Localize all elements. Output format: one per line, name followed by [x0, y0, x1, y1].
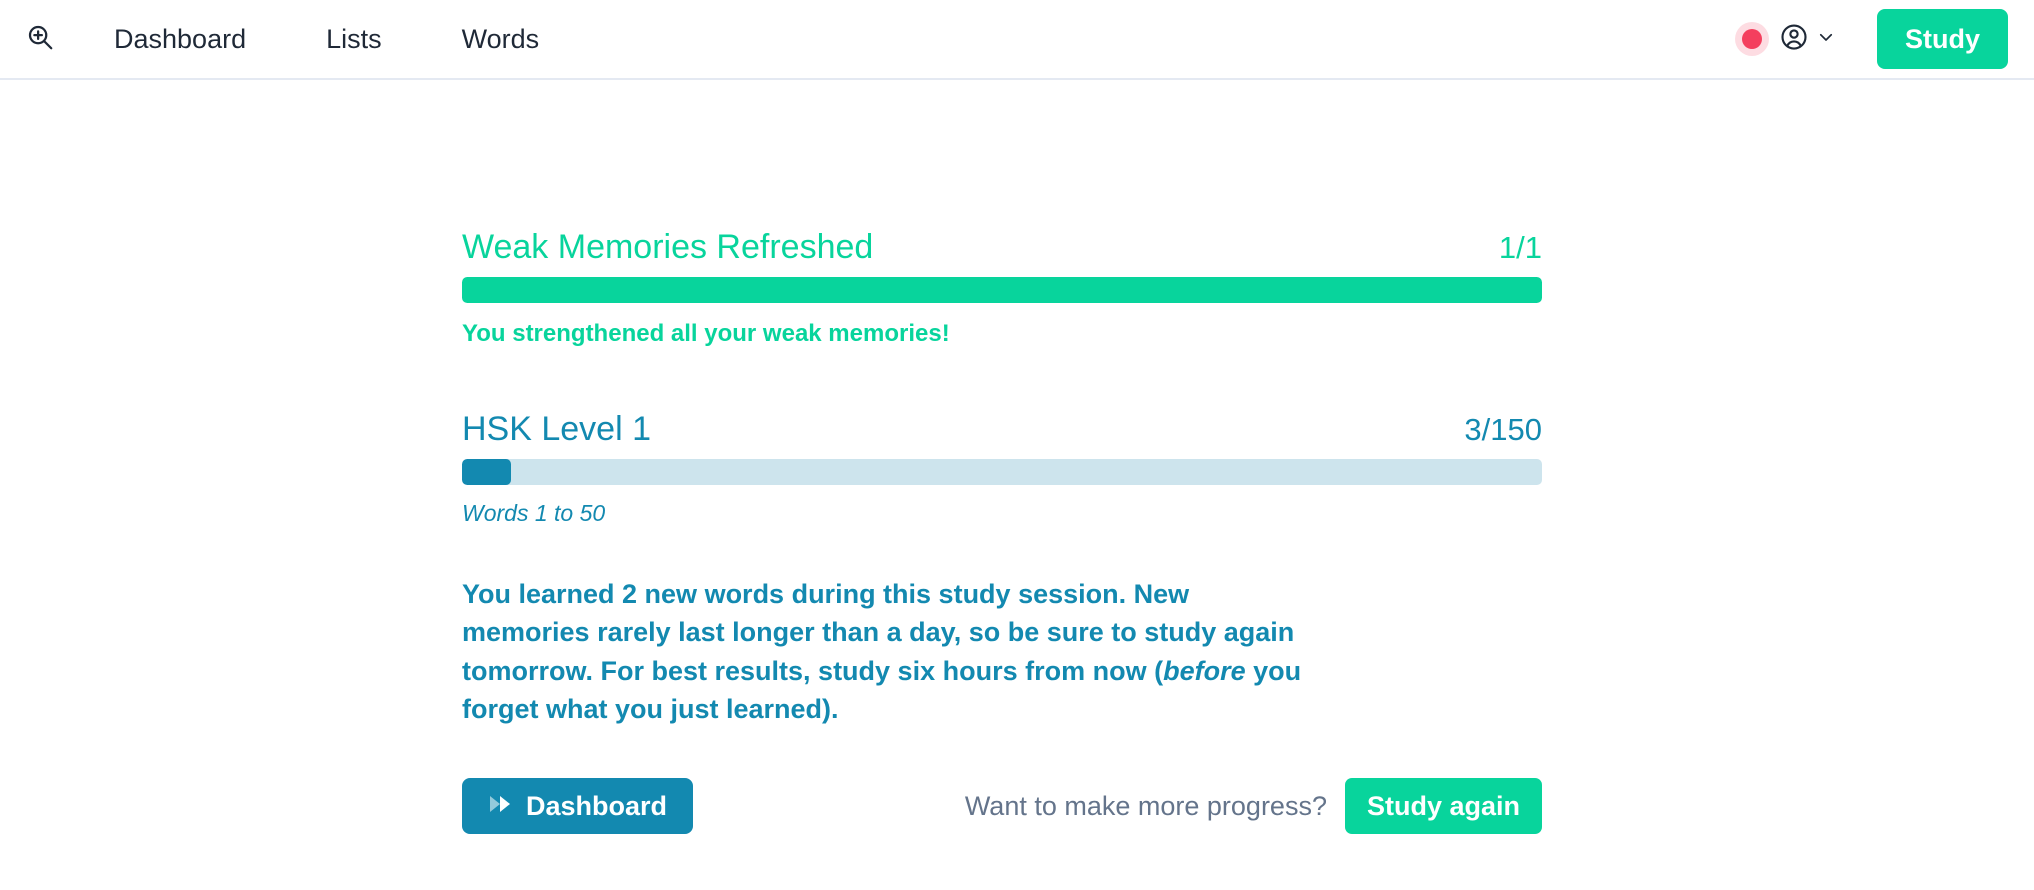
status-indicator: [1734, 22, 1769, 56]
weak-memories-header: Weak Memories Refreshed 1/1: [462, 228, 1542, 267]
status-dot-icon: [1741, 29, 1762, 49]
dashboard-button[interactable]: Dashboard: [462, 778, 694, 835]
session-summary-text: You learned 2 new words during this stud…: [462, 575, 1302, 728]
hsk-level-header: HSK Level 1 3/150: [462, 410, 1542, 449]
summary-emphasis: before: [1163, 655, 1246, 686]
app-header: Dashboard Lists Words Study: [0, 0, 2034, 80]
study-button[interactable]: Study: [1876, 9, 2008, 69]
hsk-level-caption: Words 1 to 50: [462, 500, 606, 526]
hsk-level-section: HSK Level 1 3/150 Words 1 to 50: [462, 410, 1542, 527]
study-again-button[interactable]: Study again: [1344, 778, 1542, 835]
weak-memories-caption: You strengthened all your weak memories!: [462, 320, 950, 347]
weak-memories-count: 1/1: [1498, 230, 1542, 265]
secondary-actions-group: Want to make more progress? Study again: [964, 778, 1542, 835]
header-right-group: Study: [1734, 9, 2008, 69]
results-column: Weak Memories Refreshed 1/1 You strength…: [462, 228, 1542, 835]
hsk-level-progress-track: [462, 459, 1542, 485]
weak-memories-progress-track: [462, 277, 1542, 303]
hsk-level-title: HSK Level 1: [462, 410, 651, 448]
weak-memories-section: Weak Memories Refreshed 1/1 You strength…: [462, 228, 1542, 348]
more-progress-prompt: Want to make more progress?: [964, 790, 1327, 821]
account-menu-button[interactable]: [1779, 22, 1835, 57]
dashboard-button-label: Dashboard: [526, 790, 668, 821]
weak-memories-progress-fill: [462, 277, 1542, 303]
hsk-level-count: 3/150: [1464, 412, 1542, 447]
action-buttons-row: Dashboard Want to make more progress? St…: [462, 778, 1542, 835]
nav-link-dashboard[interactable]: Dashboard: [114, 24, 246, 55]
hsk-level-progress-fill: [462, 459, 511, 485]
fast-forward-icon: [488, 791, 514, 822]
main-content: Weak Memories Refreshed 1/1 You strength…: [0, 80, 2034, 835]
nav-link-lists[interactable]: Lists: [326, 24, 382, 55]
header-left-group: Dashboard Lists Words: [18, 17, 539, 61]
nav-link-words[interactable]: Words: [462, 24, 540, 55]
weak-memories-title: Weak Memories Refreshed: [462, 228, 874, 266]
zoom-in-icon-button[interactable]: [18, 17, 62, 61]
chevron-down-icon: [1817, 28, 1835, 51]
main-navigation: Dashboard Lists Words: [114, 24, 539, 55]
zoom-in-icon: [25, 22, 55, 57]
user-circle-icon: [1779, 22, 1809, 57]
